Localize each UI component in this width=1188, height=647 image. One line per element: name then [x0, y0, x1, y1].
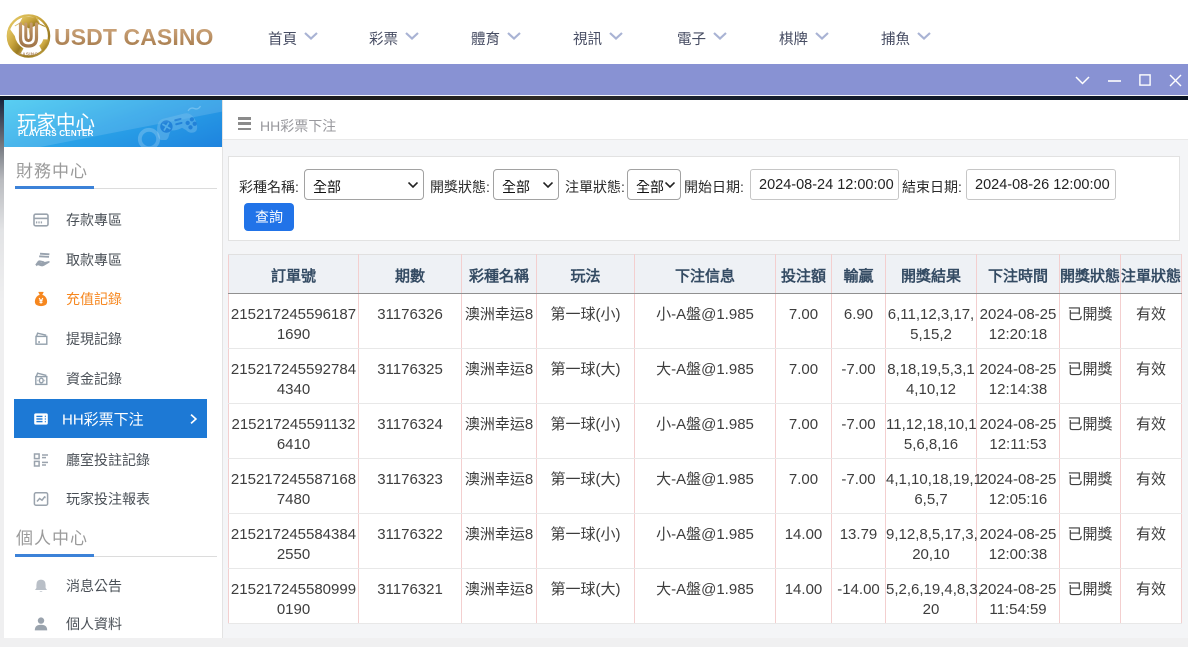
svg-text:CASINO: CASINO	[19, 52, 39, 57]
